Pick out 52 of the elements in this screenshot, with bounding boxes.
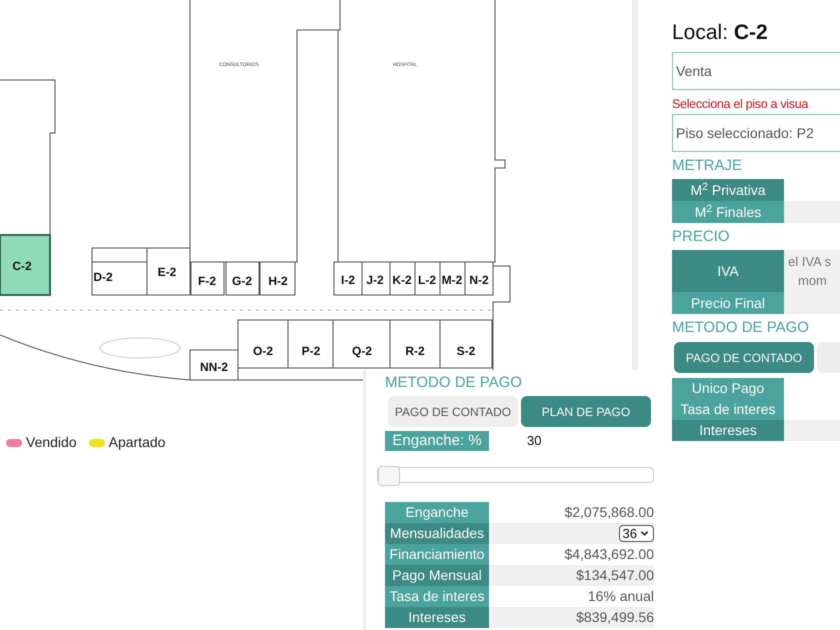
row-value: $134,547.00: [576, 566, 654, 585]
row-value: 16% anual: [588, 587, 654, 606]
row-label: M$^{2}$ Privativa: [690, 180, 766, 200]
row-label: M$^{2}$ Finales: [694, 202, 762, 222]
row-value: mom: [797, 272, 827, 290]
unit[interactable]: NN-2: [190, 350, 238, 380]
floor-prompt: Selecciona el piso a visua: [672, 96, 808, 113]
down-payment-label: Enganche: %: [385, 431, 489, 451]
unit[interactable]: N-2: [464, 262, 494, 296]
local-title: Local: C-2: [672, 20, 769, 46]
row-label: Unico Pago: [672, 378, 784, 399]
row-label: Intereses: [385, 607, 489, 628]
row-label: Precio Final: [691, 294, 765, 313]
row-label: Tasa de interes: [385, 586, 489, 607]
row-label: Intereses: [672, 420, 784, 441]
legend-label: Vendido: [26, 433, 77, 452]
unit[interactable]: G-2: [226, 262, 260, 296]
unit[interactable]: F-2: [190, 262, 224, 296]
section-heading: METODO DE PAGO: [672, 318, 810, 338]
slider-thumb[interactable]: [378, 466, 400, 486]
section-heading: PRECIO: [672, 227, 731, 247]
unit[interactable]: S-2: [440, 320, 492, 368]
down-payment-value: 30: [527, 432, 542, 450]
row-label: Mensualidades: [385, 523, 489, 544]
row-label: Financiamiento: [385, 544, 489, 565]
unit[interactable]: O-2: [238, 320, 288, 368]
unit[interactable]: I-2: [334, 262, 362, 296]
unit[interactable]: E-2: [146, 248, 190, 296]
row-label: Enganche: [385, 502, 489, 523]
section-heading: METODO DE PAGO: [385, 373, 523, 393]
row-value: $4,843,692.00: [564, 545, 654, 564]
unit[interactable]: C-2: [0, 234, 51, 296]
unit[interactable]: H-2: [260, 262, 296, 296]
payment-tab[interactable]: PAGO DE CONTADO: [388, 396, 518, 427]
payment-tab[interactable]: PLAN DE PAGO: [521, 396, 651, 427]
row-label: IVA: [717, 262, 739, 281]
section-heading: METRAJE: [672, 156, 744, 176]
unit[interactable]: D-2: [92, 262, 148, 296]
unit[interactable]: P-2: [288, 320, 334, 368]
legend-label: Apartado: [108, 433, 166, 452]
slider-track[interactable]: [377, 467, 654, 483]
floor-field[interactable]: Piso seleccionado: P2: [672, 114, 840, 152]
operation-field[interactable]: Venta: [672, 52, 840, 90]
row-label: Tasa de interes: [672, 399, 784, 420]
row-value: $2,075,868.00: [564, 503, 654, 522]
months-select[interactable]: 36: [618, 525, 654, 542]
row-label: Pago Mensual: [385, 565, 489, 586]
row-value: el IVA s: [787, 253, 832, 271]
row-value: $839,499.56: [576, 608, 654, 627]
payment-tab[interactable]: PAGO DE CONTADO: [674, 342, 814, 373]
unit[interactable]: R-2: [390, 320, 440, 368]
unit[interactable]: Q-2: [332, 320, 390, 368]
